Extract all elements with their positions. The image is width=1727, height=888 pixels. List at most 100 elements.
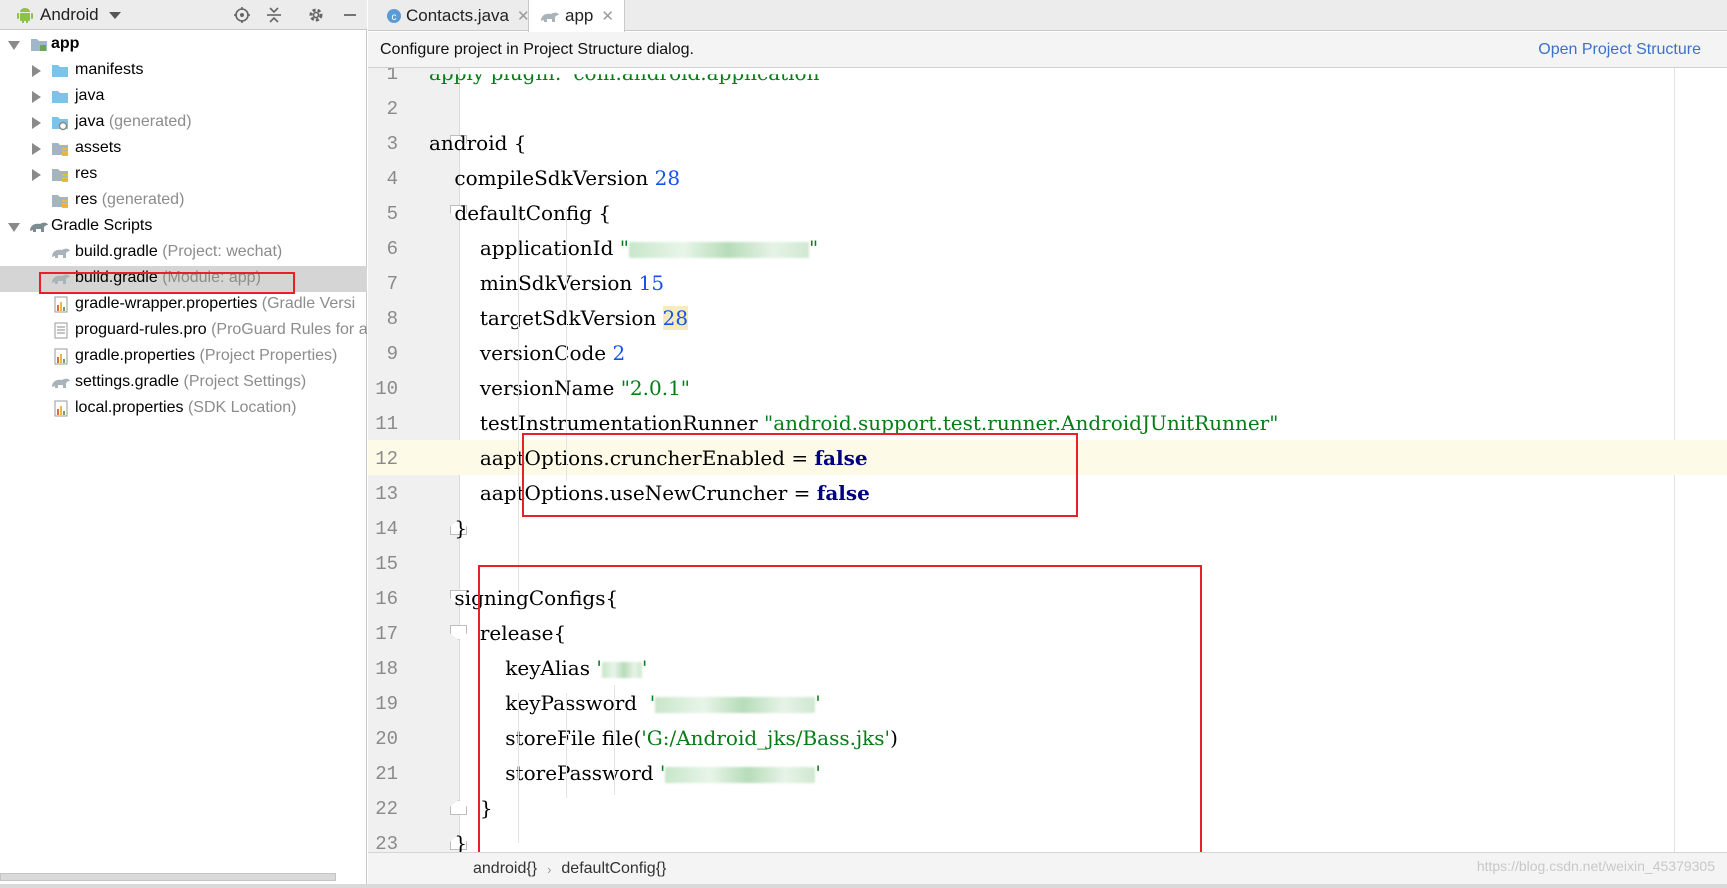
line-number: 23 [375, 833, 398, 852]
tree-item-label: gradle-wrapper.properties (Gradle Versi [75, 295, 356, 312]
code-text: testInstrumentationRunner "android.suppo… [429, 411, 1279, 435]
horizontal-scrollbar[interactable] [0, 873, 336, 881]
code-line[interactable]: 7 minSdkVersion 15 [368, 265, 1727, 300]
code-line[interactable]: 1 apply plugin: 'com.android.application' [368, 68, 1727, 90]
minimize-icon[interactable] [340, 5, 360, 25]
code-line[interactable]: 9 versionCode 2 [368, 335, 1727, 370]
breadcrumb: android{} › defaultConfig{} [473, 860, 666, 878]
expand-arrow-icon[interactable] [8, 41, 20, 50]
project-view-selector[interactable]: Android [16, 4, 121, 26]
gradle-file-icon [52, 248, 70, 258]
bottom-strip [0, 884, 1727, 888]
code-line[interactable]: 6 applicationId " " [368, 230, 1727, 265]
expand-arrow-icon[interactable] [32, 91, 41, 103]
code-line[interactable]: 10 versionName "2.0.1" [368, 370, 1727, 405]
code-line[interactable]: 5 defaultConfig { [368, 195, 1727, 230]
folder-icon [52, 65, 68, 77]
code-token: defaultConfig { [429, 201, 612, 225]
tree-item-build-gradle-project[interactable]: build.gradle (Project: wechat) [0, 240, 367, 266]
code-text: } [429, 516, 467, 540]
expand-arrow-icon[interactable] [32, 169, 41, 181]
folder-icon [52, 91, 68, 103]
tree-item-gradle-wrapper-properties[interactable]: gradle-wrapper.properties (Gradle Versi [0, 292, 367, 318]
tree-item-label: gradle.properties (Project Properties) [75, 347, 338, 364]
line-number: 18 [375, 658, 398, 680]
highlight-box-aapt-options [522, 433, 1078, 517]
line-number: 10 [375, 378, 398, 400]
code-text: minSdkVersion 15 [429, 271, 664, 295]
tree-item-label: Gradle Scripts [51, 217, 153, 234]
line-number: 1 [386, 68, 398, 85]
code-text: } [429, 831, 467, 852]
gradle-file-icon [52, 378, 70, 388]
code-text: versionCode 2 [429, 341, 625, 365]
tree-item-local-properties[interactable]: local.properties (SDK Location) [0, 396, 367, 422]
code-token: " [619, 236, 629, 260]
tree-item-settings-gradle[interactable]: settings.gradle (Project Settings) [0, 370, 367, 396]
java-class-icon: c [387, 8, 401, 23]
resource-folder-icon [52, 143, 68, 156]
line-number: 21 [375, 763, 398, 785]
code-text: targetSdkVersion 28 [429, 306, 689, 330]
expand-arrow-icon[interactable] [8, 223, 20, 232]
code-token: "2.0.1" [620, 376, 691, 400]
close-icon[interactable]: ✕ [601, 7, 614, 25]
tree-item-proguard-rules[interactable]: proguard-rules.pro (ProGuard Rules for a [0, 318, 367, 344]
code-token: versionName [429, 376, 621, 400]
code-token: "android.support.test.runner.AndroidJUni… [764, 411, 1279, 435]
expand-arrow-icon[interactable] [32, 117, 41, 129]
tree-item-label: java (generated) [75, 113, 192, 130]
collapse-all-icon[interactable] [264, 5, 284, 25]
locate-icon[interactable] [232, 5, 252, 25]
tree-item-gradle-scripts[interactable]: Gradle Scripts [0, 214, 367, 240]
expand-arrow-icon[interactable] [32, 65, 41, 77]
tree-item-assets[interactable]: assets [0, 136, 367, 162]
expand-arrow-icon[interactable] [32, 143, 41, 155]
line-number: 8 [386, 308, 398, 330]
code-text: android { [429, 131, 527, 155]
svg-text:c: c [392, 12, 397, 23]
open-project-structure-link[interactable]: Open Project Structure [1538, 41, 1701, 59]
watermark: https://blog.csdn.net/weixin_45379305 [1476, 858, 1715, 874]
breadcrumb-item-android[interactable]: android{} [473, 860, 537, 878]
code-text: versionName "2.0.1" [429, 376, 690, 400]
project-view-label: Android [40, 5, 99, 24]
tree-item-java-generated[interactable]: java (generated) [0, 110, 367, 136]
tree-item-manifests[interactable]: manifests [0, 58, 367, 84]
tree-item-java[interactable]: java [0, 84, 367, 110]
highlight-box-signing-configs [478, 565, 1202, 857]
line-number: 4 [386, 168, 398, 190]
code-line[interactable]: 3 android { [368, 125, 1727, 160]
code-token: 28 [654, 166, 681, 190]
code-token: versionCode [429, 341, 613, 365]
line-number: 13 [375, 483, 398, 505]
properties-file-icon [54, 296, 68, 313]
code-line[interactable]: 4 compileSdkVersion 28 [368, 160, 1727, 195]
tree-item-label: assets [75, 139, 122, 156]
tree-item-label: res [75, 165, 98, 182]
code-text: apply plugin: 'com.android.application' [429, 68, 825, 85]
notification-message: Configure project in Project Structure d… [380, 41, 694, 58]
code-line[interactable]: 2 [368, 90, 1727, 125]
tree-item-gradle-properties[interactable]: gradle.properties (Project Properties) [0, 344, 367, 370]
tree-item-app[interactable]: app [0, 32, 367, 58]
properties-file-icon [54, 400, 68, 417]
code-token: " [808, 236, 819, 260]
tree-item-res[interactable]: res [0, 162, 367, 188]
resource-folder-icon [52, 195, 68, 208]
gradle-icon [541, 12, 559, 22]
gradle-icon [30, 222, 48, 232]
tree-item-res-generated[interactable]: res (generated) [0, 188, 367, 214]
gear-icon[interactable] [306, 5, 326, 25]
tree-item-label: local.properties (SDK Location) [75, 399, 297, 416]
code-line[interactable]: 8 targetSdkVersion 28 [368, 300, 1727, 335]
tab-app[interactable]: app ✕ [528, 0, 625, 32]
tab-contacts-java[interactable]: c Contacts.java ✕ [378, 0, 538, 31]
line-number: 16 [375, 588, 398, 610]
code-token: compileSdkVersion [429, 166, 655, 190]
breadcrumb-item-default-config[interactable]: defaultConfig{} [561, 860, 666, 878]
tab-label: app [565, 6, 594, 25]
line-number: 22 [375, 798, 398, 820]
module-folder-icon [31, 39, 47, 51]
line-number: 15 [375, 553, 398, 575]
